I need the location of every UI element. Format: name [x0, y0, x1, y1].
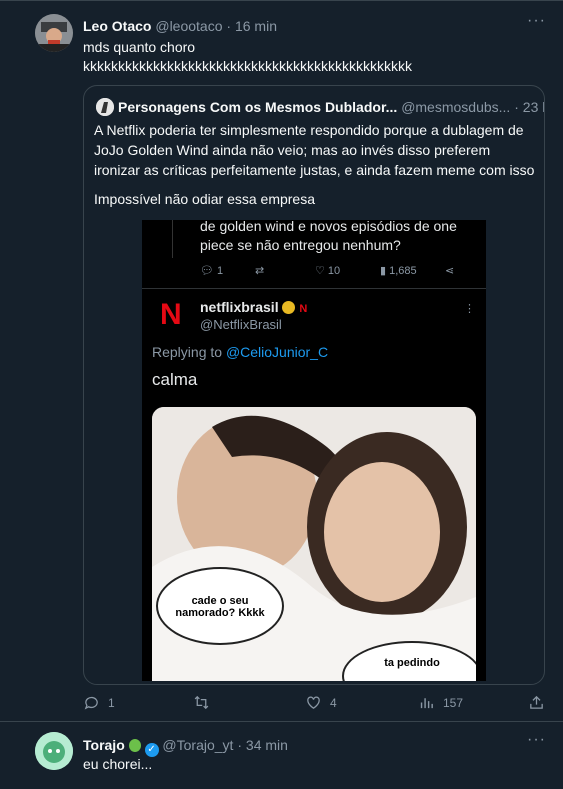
media-share-icon: ⋖ — [445, 265, 455, 277]
media-retweet-icon: ⇄ — [255, 265, 265, 277]
quote-timestamp[interactable]: 23 h — [523, 99, 544, 115]
tweet-text-line2: kkkkkkkkkkkkkkkkkkkkkkkkkkkkkkkkkkkkkkkk… — [83, 58, 412, 74]
like-button[interactable]: 4 — [305, 694, 337, 711]
views-icon — [420, 698, 433, 709]
quote-text-2: Impossível não odiar essa empresa — [94, 191, 315, 207]
netflix-logo-icon: N — [160, 298, 182, 331]
views-count: 157 — [443, 695, 464, 710]
speech-bubble-1: cade o seu namorado? Kkkk — [156, 567, 284, 645]
separator-dot: · — [226, 18, 232, 34]
media-divider — [142, 288, 486, 289]
media-views-count: 1,685 — [389, 265, 417, 277]
retweet-icon — [194, 695, 209, 710]
author-name[interactable]: Leo Otaco — [83, 18, 151, 34]
verified-badge-icon — [282, 301, 296, 314]
media-account-name: netflixbrasil N — [200, 298, 309, 316]
quote-media-image[interactable]: de golden wind e novos episódios de one … — [142, 220, 486, 681]
tweet2-author-name[interactable]: Torajo — [83, 737, 125, 753]
heart-icon — [307, 696, 320, 709]
reply-icon — [84, 696, 98, 710]
netflix-account-name: netflixbrasil — [200, 299, 279, 315]
quote-separator: · — [514, 99, 519, 115]
tweet2-timestamp[interactable]: 34 min — [246, 737, 288, 753]
media-prev-actions: 💬︎ 1 ⇄ ♡ 10 ▮ 1,685 ⋖ — [200, 262, 470, 280]
quote-author-handle[interactable]: @mesmosdubs... — [401, 99, 510, 115]
share-button[interactable] — [528, 694, 545, 711]
reply-button[interactable]: 1 — [83, 694, 115, 711]
replying-to: Replying to @CelioJunior_C — [152, 343, 328, 361]
couple-photo: cade o seu namorado? Kkkk ta pedindo — [152, 407, 476, 681]
tweet-leo-otaco[interactable]: Leo Otaco @leootaco · 16 min ··· mds qua… — [0, 0, 563, 721]
quote-text: A Netflix poderia ter simplesmente respo… — [94, 122, 535, 178]
media-reply-icon: 💬︎ 1 — [200, 265, 224, 277]
replying-label: Replying to — [152, 344, 223, 360]
media-more-icon: ⋮ — [464, 303, 476, 315]
media-like-icon: ♡ 10 — [315, 265, 341, 277]
tweet2-author-handle[interactable]: @Torajo_yt — [162, 737, 233, 753]
share-icon — [530, 695, 543, 709]
media-views-icon: ▮ 1,685 — [380, 265, 417, 277]
media-account-handle: @NetflixBrasil — [200, 317, 282, 332]
tweet-text-line1: mds quanto choro — [83, 39, 196, 55]
media-prev-text-1: de golden wind e novos episódios de one — [200, 220, 457, 234]
author-handle[interactable]: @leootaco — [155, 18, 222, 34]
quote-header: Personagens Com os Mesmos Dublador... @m… — [118, 98, 544, 116]
quote-avatar[interactable] — [96, 98, 114, 116]
replying-handle: @CelioJunior_C — [225, 344, 329, 360]
media-like-count: 10 — [327, 265, 341, 277]
quote-avatar-icon — [96, 98, 114, 116]
like-count: 4 — [330, 695, 337, 710]
tweet-header: Leo Otaco @leootaco · 16 min — [83, 17, 277, 35]
apple-emoji-icon — [128, 739, 141, 752]
more-options-icon[interactable]: ··· — [527, 12, 546, 30]
avatar[interactable] — [35, 14, 73, 52]
avatar-torajo[interactable] — [35, 732, 73, 770]
quote-author-name[interactable]: Personagens Com os Mesmos Dublador... — [118, 99, 397, 115]
retweet-button[interactable] — [193, 694, 218, 711]
media-prev-text-2: piece se não entregou nenhum? — [200, 237, 401, 253]
timestamp[interactable]: 16 min — [235, 18, 277, 34]
avatar-image-icon — [35, 14, 73, 52]
thread-line — [172, 220, 173, 258]
reply-count: 1 — [108, 695, 115, 710]
views-button[interactable]: 157 — [418, 694, 463, 711]
tweet2-more-options-icon[interactable]: ··· — [527, 731, 546, 749]
tweet2-header: Torajo ✓ @Torajo_yt · 34 min — [83, 736, 288, 757]
torajo-avatar-icon — [35, 732, 73, 770]
netflix-badge-icon: N — [299, 303, 309, 316]
media-reply-count: 1 — [217, 265, 224, 277]
tweet2-text: eu chorei... — [83, 756, 153, 772]
tweet2-separator: · — [237, 737, 243, 753]
tweet-torajo[interactable]: Torajo ✓ @Torajo_yt · 34 min ··· eu chor… — [0, 722, 563, 789]
media-reply-text: calma — [152, 370, 198, 389]
